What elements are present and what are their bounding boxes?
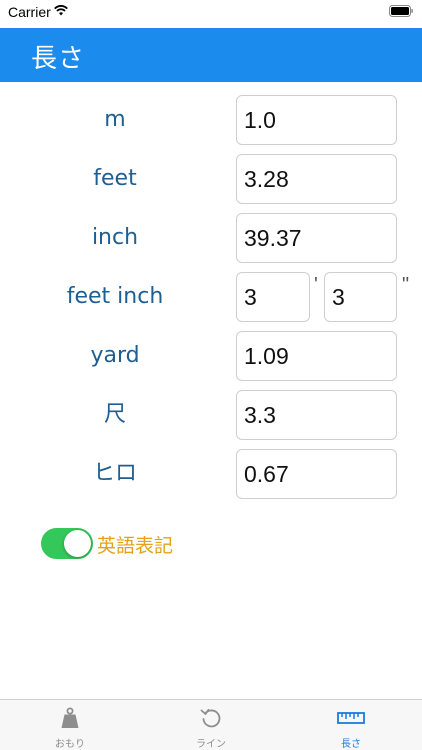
unit-label-shaku: 尺 [103,402,126,427]
english-toggle-label: 英語表記 [97,535,174,557]
row-hiro: ヒロ [0,449,422,499]
row-m: m [0,95,422,145]
unit-label-hiro: ヒロ [92,461,137,486]
row-inch: inch [0,213,422,263]
inch-mark: " [402,274,410,296]
tab-label-length: 長さ [341,739,361,750]
status-bar: Carrier [0,0,422,28]
tab-length[interactable]: 長さ [281,700,421,750]
feet-inch-inch-input[interactable] [324,272,397,322]
row-feet-inch: feet inch ' " [0,272,422,322]
weight-icon [61,707,79,728]
feet-mark: ' [314,274,318,296]
tab-line[interactable]: ライン [141,700,281,750]
rotate-icon [200,708,221,728]
ruler-icon [337,712,365,724]
hiro-input[interactable] [236,449,397,499]
wifi-icon [54,5,68,16]
english-toggle[interactable] [41,528,93,559]
unit-label-feet-inch: feet inch [66,284,164,309]
row-feet: feet [0,154,422,204]
feet-inch-feet-input[interactable] [236,272,310,322]
page-title: 長さ [31,44,86,74]
tab-bar: おもり ライン 長さ [0,699,422,750]
toggle-knob [64,530,91,557]
tab-label-weight: おもり [55,739,85,750]
unit-label-inch: inch [91,225,139,250]
carrier-label: Carrier [8,4,51,20]
unit-label-yard: yard [90,343,140,368]
row-shaku: 尺 [0,390,422,440]
feet-input[interactable] [236,154,397,204]
unit-label-feet: feet [93,166,137,191]
battery-icon [389,5,413,17]
tab-weight[interactable]: おもり [0,700,140,750]
inch-input[interactable] [236,213,397,263]
tab-label-line: ライン [196,739,226,750]
m-input[interactable] [236,95,397,145]
shaku-input[interactable] [236,390,397,440]
navigation-bar: 長さ [0,28,422,82]
yard-input[interactable] [236,331,397,381]
unit-label-m: m [104,107,126,132]
row-yard: yard [0,331,422,381]
